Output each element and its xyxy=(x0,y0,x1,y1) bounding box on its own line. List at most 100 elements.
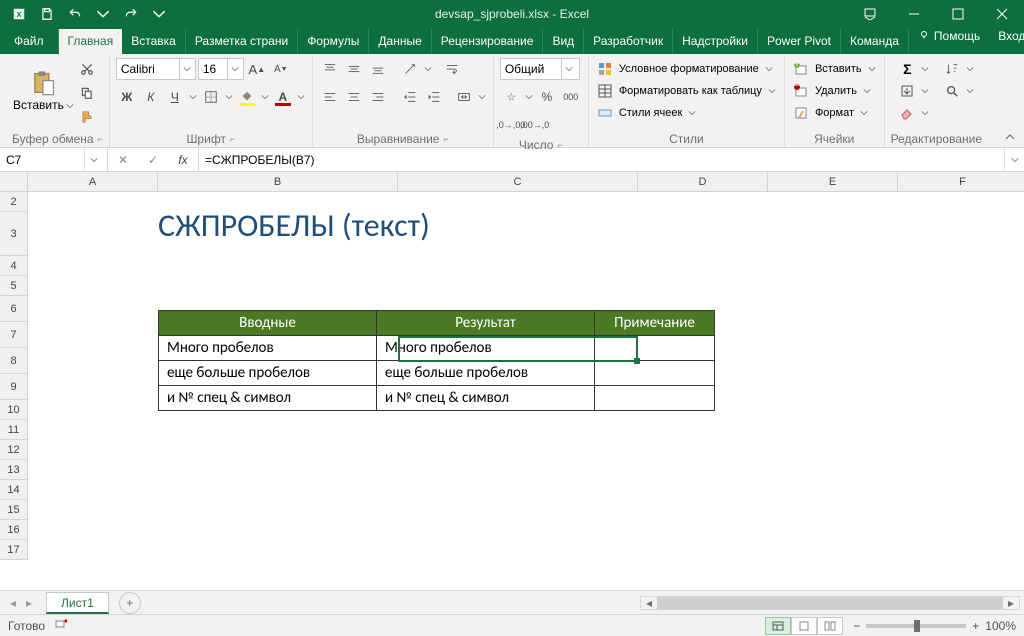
sheet-nav[interactable]: ◂▸ xyxy=(0,596,42,610)
tab-team[interactable]: Команда xyxy=(841,29,909,54)
delete-cells-button[interactable]: −Удалить xyxy=(791,80,873,102)
italic-button[interactable]: К xyxy=(140,86,162,108)
tab-home[interactable]: Главная xyxy=(59,29,123,54)
row-header[interactable]: 14 xyxy=(0,480,28,500)
tab-powerpivot[interactable]: Power Pivot xyxy=(758,29,841,54)
column-header[interactable]: A xyxy=(28,172,158,192)
enter-formula-button[interactable]: ✓ xyxy=(138,148,168,172)
row-header[interactable]: 3 xyxy=(0,212,28,256)
number-format-combo[interactable] xyxy=(500,58,580,80)
tab-formulas[interactable]: Формулы xyxy=(298,29,369,54)
increase-decimal-button[interactable]: ,0→,00 xyxy=(500,114,522,136)
zoom-control[interactable]: − + 100% xyxy=(853,619,1016,633)
sheet-tab[interactable]: Лист1 xyxy=(46,592,109,614)
cells-area[interactable]: СЖПРОБЕЛЫ (текст) Вводные Результат Прим… xyxy=(28,192,1024,590)
autosum-button[interactable]: Σ xyxy=(897,58,931,80)
column-header[interactable]: B xyxy=(158,172,398,192)
orientation-dropdown[interactable] xyxy=(423,58,433,80)
orientation-button[interactable] xyxy=(399,58,421,80)
ribbon-options-icon[interactable] xyxy=(848,0,892,28)
column-header[interactable]: E xyxy=(768,172,898,192)
font-size-input[interactable] xyxy=(199,62,227,76)
insert-cells-button[interactable]: +Вставить xyxy=(791,58,878,80)
increase-indent-button[interactable] xyxy=(423,86,445,108)
horizontal-scrollbar[interactable]: ◂ ▸ xyxy=(640,596,1020,610)
sort-filter-dropdown[interactable] xyxy=(965,58,975,80)
currency-dropdown[interactable] xyxy=(524,86,534,108)
row-header[interactable]: 5 xyxy=(0,276,28,296)
normal-view-button[interactable] xyxy=(765,617,791,635)
row-header[interactable]: 7 xyxy=(0,322,28,348)
decrease-indent-button[interactable] xyxy=(399,86,421,108)
column-header[interactable]: F xyxy=(898,172,1024,192)
cancel-formula-button[interactable]: ✕ xyxy=(108,148,138,172)
row-header[interactable]: 11 xyxy=(0,420,28,440)
row-header[interactable]: 13 xyxy=(0,460,28,480)
decrease-decimal-button[interactable]: ,00→,0 xyxy=(524,114,546,136)
wrap-text-button[interactable] xyxy=(441,58,463,80)
format-cells-button[interactable]: Формат xyxy=(791,102,870,124)
merge-dropdown[interactable] xyxy=(477,86,487,108)
page-layout-view-button[interactable] xyxy=(791,617,817,635)
row-header[interactable]: 12 xyxy=(0,440,28,460)
undo-icon[interactable] xyxy=(62,3,88,25)
column-header[interactable]: C xyxy=(398,172,638,192)
font-name-input[interactable] xyxy=(117,62,179,76)
borders-button[interactable] xyxy=(200,86,222,108)
collapse-ribbon-button[interactable] xyxy=(1000,129,1020,145)
align-center-button[interactable] xyxy=(343,86,365,108)
cut-button[interactable] xyxy=(76,58,98,80)
row-header[interactable]: 16 xyxy=(0,520,28,540)
tab-file[interactable]: Файл xyxy=(0,29,59,54)
name-box[interactable] xyxy=(0,148,108,171)
sort-filter-button[interactable] xyxy=(941,58,963,80)
tab-insert[interactable]: Вставка xyxy=(122,29,186,54)
percent-button[interactable]: % xyxy=(536,86,558,108)
scroll-right-button[interactable]: ▸ xyxy=(1003,597,1019,609)
align-bottom-button[interactable] xyxy=(367,58,389,80)
zoom-slider[interactable] xyxy=(866,624,966,628)
formula-input[interactable]: =СЖПРОБЕЛЫ(B7) xyxy=(199,148,1004,171)
format-as-table-button[interactable]: Форматировать как таблицу xyxy=(595,80,778,102)
clear-button[interactable] xyxy=(897,102,931,124)
copy-button[interactable] xyxy=(76,82,98,104)
borders-dropdown[interactable] xyxy=(224,86,234,108)
bold-button[interactable]: Ж xyxy=(116,86,138,108)
align-right-button[interactable] xyxy=(367,86,389,108)
zoom-out-button[interactable]: − xyxy=(853,619,860,633)
conditional-formatting-button[interactable]: Условное форматирование xyxy=(595,58,775,80)
format-painter-button[interactable] xyxy=(76,106,98,128)
scroll-left-button[interactable]: ◂ xyxy=(641,597,657,609)
align-middle-button[interactable] xyxy=(343,58,365,80)
tab-developer[interactable]: Разработчик xyxy=(584,29,673,54)
row-header[interactable]: 17 xyxy=(0,540,28,560)
save-icon[interactable] xyxy=(34,3,60,25)
paste-button[interactable]: Вставить xyxy=(16,58,70,124)
insert-function-button[interactable]: fx xyxy=(168,148,198,172)
currency-button[interactable]: ☆ xyxy=(500,86,522,108)
font-size-combo[interactable] xyxy=(198,58,244,80)
select-all-corner[interactable] xyxy=(0,172,28,192)
font-color-dropdown[interactable] xyxy=(296,86,306,108)
page-break-view-button[interactable] xyxy=(817,617,843,635)
close-button[interactable] xyxy=(980,0,1024,28)
qat-customize[interactable] xyxy=(146,3,172,25)
redo-icon[interactable] xyxy=(118,3,144,25)
row-header[interactable]: 8 xyxy=(0,348,28,374)
minimize-button[interactable] xyxy=(892,0,936,28)
fill-color-dropdown[interactable] xyxy=(260,86,270,108)
name-box-dropdown[interactable] xyxy=(84,148,102,171)
align-top-button[interactable] xyxy=(319,58,341,80)
font-color-button[interactable]: A xyxy=(272,86,294,108)
zoom-in-button[interactable]: + xyxy=(972,619,979,633)
find-select-dropdown[interactable] xyxy=(965,80,975,102)
tab-view[interactable]: Вид xyxy=(543,29,584,54)
column-header[interactable]: D xyxy=(638,172,768,192)
name-box-input[interactable] xyxy=(0,153,84,167)
row-header[interactable]: 4 xyxy=(0,256,28,276)
tab-addins[interactable]: Надстройки xyxy=(673,29,758,54)
increase-font-button[interactable]: A▲ xyxy=(246,58,268,80)
find-select-button[interactable] xyxy=(941,80,963,102)
align-left-button[interactable] xyxy=(319,86,341,108)
row-header[interactable]: 2 xyxy=(0,192,28,212)
